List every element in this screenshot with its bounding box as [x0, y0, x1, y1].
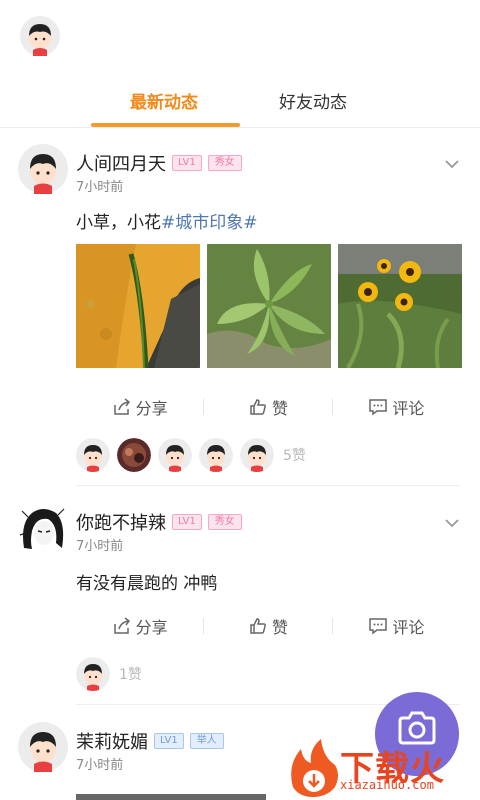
post-divider: [76, 485, 460, 486]
post-text: 小草，小花#城市印象#: [76, 208, 258, 233]
user-name-row: 你跑不掉辣 LV1 秀女: [76, 509, 242, 535]
like-count[interactable]: 5赞: [283, 445, 306, 465]
user-name-row: 茉莉妩媚 LV1 举人: [76, 728, 224, 754]
post-image-partial: [76, 794, 266, 800]
liked-users: 1赞: [76, 657, 142, 691]
share-icon: [113, 398, 130, 415]
post-image[interactable]: [338, 244, 462, 368]
post-body: 有没有晨跑的 冲鸭: [76, 574, 218, 594]
thumb-up-icon: [250, 399, 266, 415]
liker-avatar[interactable]: [158, 438, 192, 472]
post-card: 人间四月天 LV1 秀女 7小时前 小草，小花#城市印象# 分享 赞 评论 5赞: [0, 128, 480, 486]
user-name[interactable]: 茉莉妩媚: [76, 728, 148, 754]
thumb-up-icon: [250, 618, 266, 634]
post-actions: 分享 赞 评论: [76, 611, 460, 641]
user-avatar[interactable]: [18, 503, 68, 553]
comment-label: 评论: [392, 618, 425, 637]
post-body: 小草，小花: [76, 213, 161, 233]
liker-avatar[interactable]: [76, 438, 110, 472]
title-badge: 秀女: [207, 155, 242, 171]
post-time: 7小时前: [76, 539, 124, 554]
liker-avatar[interactable]: [117, 438, 151, 472]
post-images: [76, 244, 462, 368]
user-avatar[interactable]: [18, 722, 68, 772]
like-label: 赞: [271, 618, 288, 637]
like-count[interactable]: 1赞: [119, 664, 142, 684]
user-name-row: 人间四月天 LV1 秀女: [76, 150, 242, 176]
liker-avatar[interactable]: [199, 438, 233, 472]
comment-icon: [369, 618, 388, 635]
tab-friends[interactable]: 好友动态: [279, 88, 347, 113]
post-time: 7小时前: [76, 180, 124, 195]
liker-avatar[interactable]: [240, 438, 274, 472]
post-image[interactable]: [207, 244, 331, 368]
user-name[interactable]: 人间四月天: [76, 150, 166, 176]
level-badge: LV1: [172, 514, 202, 530]
user-avatar[interactable]: [18, 144, 68, 194]
share-button[interactable]: 分享: [76, 395, 203, 419]
comment-icon: [369, 399, 388, 416]
chevron-down-icon[interactable]: [442, 154, 462, 174]
feed-tabs: 最新动态 好友动态: [0, 80, 480, 128]
share-label: 分享: [135, 618, 168, 637]
liked-users: 5赞: [76, 438, 306, 472]
watermark-url: xiazaihuo.com: [340, 778, 434, 792]
liker-avatar[interactable]: [76, 657, 110, 691]
level-badge: LV1: [172, 155, 202, 171]
chevron-down-icon[interactable]: [442, 513, 462, 533]
post-time: 7小时前: [76, 758, 124, 773]
like-label: 赞: [271, 399, 288, 418]
post-actions: 分享 赞 评论: [76, 392, 460, 422]
comment-button[interactable]: 评论: [333, 395, 460, 419]
topic-link[interactable]: #城市印象#: [161, 213, 258, 233]
level-badge: LV1: [154, 733, 184, 749]
user-name[interactable]: 你跑不掉辣: [76, 509, 166, 535]
title-badge: 举人: [189, 733, 224, 749]
post-image[interactable]: [76, 244, 200, 368]
like-button[interactable]: 赞: [204, 614, 331, 638]
my-avatar[interactable]: [20, 16, 60, 56]
tab-latest[interactable]: 最新动态: [130, 88, 198, 113]
share-icon: [113, 617, 130, 634]
post-text: 有没有晨跑的 冲鸭: [76, 569, 217, 594]
comment-button[interactable]: 评论: [333, 614, 460, 638]
post-card: 你跑不掉辣 LV1 秀女 7小时前 有没有晨跑的 冲鸭 分享 赞 评论 1赞: [0, 487, 480, 705]
share-label: 分享: [135, 399, 168, 418]
title-badge: 秀女: [207, 514, 242, 530]
comment-label: 评论: [392, 399, 425, 418]
tab-indicator: [91, 123, 240, 127]
like-button[interactable]: 赞: [204, 395, 331, 419]
share-button[interactable]: 分享: [76, 614, 203, 638]
